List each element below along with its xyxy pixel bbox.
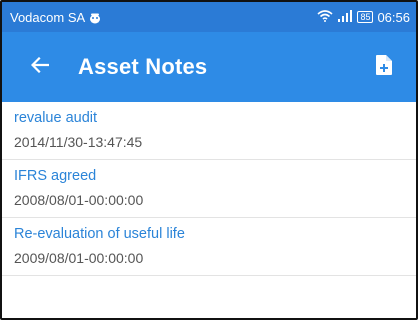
notes-list: revalue audit 2014/11/30-13:47:45 IFRS a… — [2, 102, 416, 276]
sync-icon — [89, 12, 101, 23]
wifi-icon — [317, 9, 333, 25]
note-date: 2014/11/30-13:47:45 — [14, 134, 143, 150]
battery-icon: 85 — [357, 11, 374, 23]
add-note-button[interactable] — [368, 47, 400, 87]
clock: 06:56 — [377, 9, 410, 25]
app-bar: Asset Notes — [2, 32, 416, 102]
page-title: Asset Notes — [78, 54, 208, 79]
carrier-label: Vodacom SA — [10, 9, 86, 25]
back-button[interactable] — [20, 47, 60, 87]
arrow-left-icon — [30, 56, 50, 78]
note-date: 2008/08/01-00:00:00 — [14, 192, 144, 208]
signal-icon — [337, 9, 353, 25]
note-date: 2009/08/01-00:00:00 — [14, 250, 144, 266]
list-item[interactable]: IFRS agreed 2008/08/01-00:00:00 — [2, 160, 416, 218]
status-bar: Vodacom SA 85 06:56 — [2, 2, 416, 32]
note-title: revalue audit — [14, 110, 98, 126]
status-indicators: 85 06:56 — [317, 9, 410, 25]
add-file-icon — [376, 54, 392, 80]
note-title: Re-evaluation of useful life — [14, 226, 185, 242]
note-title: IFRS agreed — [14, 168, 97, 184]
phone-screen: Vodacom SA 85 06:56 Asset Notes revalue … — [0, 0, 418, 320]
battery-level: 85 — [360, 12, 371, 22]
carrier-group: Vodacom SA — [10, 10, 101, 25]
list-item[interactable]: revalue audit 2014/11/30-13:47:45 — [2, 102, 416, 160]
list-item[interactable]: Re-evaluation of useful life 2009/08/01-… — [2, 218, 416, 276]
